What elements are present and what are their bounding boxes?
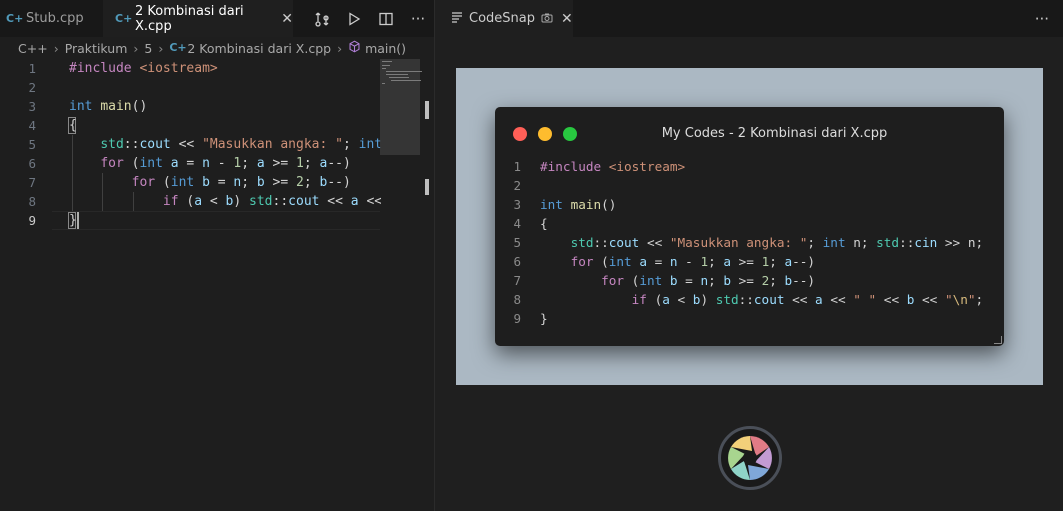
code-line: } — [540, 311, 548, 326]
codesnap-tab-bar: CodeSnap ✕ ··· — [435, 0, 1063, 37]
breadcrumb-item[interactable]: 5 — [144, 41, 152, 56]
chevron-right-icon: › — [158, 40, 164, 56]
more-actions-icon[interactable]: ··· — [1035, 0, 1049, 37]
tab-label: 2 Kombinasi dari X.cpp — [135, 3, 244, 34]
line-number: 4 — [513, 216, 521, 231]
tab-label: Stub.cpp — [26, 11, 84, 26]
breadcrumb-item[interactable]: 2 Kombinasi dari X.cpp — [187, 41, 331, 56]
more-actions-icon[interactable]: ··· — [402, 0, 434, 37]
run-icon[interactable] — [338, 0, 370, 37]
line-number: 6 — [28, 156, 36, 171]
code-editor[interactable]: #include <iostream> int main() { std::co… — [69, 59, 381, 230]
cpp-file-icon: C+ — [6, 11, 24, 25]
code-line: if (a < b) std::cout << a << " " << b <<… — [631, 292, 984, 307]
vertical-scrollbar[interactable] — [420, 59, 434, 511]
close-icon[interactable]: ✕ — [561, 11, 573, 27]
line-number: 9 — [28, 213, 36, 228]
code-line: { — [540, 216, 548, 231]
split-editor-icon[interactable] — [370, 0, 402, 37]
window-title[interactable]: My Codes - 2 Kombinasi dari X.cpp — [495, 126, 1004, 141]
code-line: for (int b = n; b >= 2; b--) — [601, 273, 816, 288]
close-icon[interactable]: ✕ — [281, 11, 293, 27]
scrollbar-thumb[interactable] — [425, 179, 429, 195]
line-number: 1 — [28, 61, 36, 76]
code-line: if (a < b) std::cout << a << " " << b <<… — [162, 194, 381, 209]
codesnap-panel: CodeSnap ✕ ··· My Codes - 2 Kombinasi da… — [435, 0, 1063, 511]
camera-icon — [541, 12, 553, 26]
code-line: std::cout << "Masukkan angka: "; int n; … — [100, 137, 381, 152]
line-number: 7 — [28, 175, 36, 190]
code-line: } — [69, 213, 77, 228]
line-number: 2 — [513, 178, 521, 193]
editor-tab-bar: C+ Stub.cpp C+ 2 Kombinasi dari X.cpp ✕ … — [0, 0, 434, 37]
snapshot-frame: My Codes - 2 Kombinasi dari X.cpp 1 2 3 … — [456, 68, 1043, 385]
breadcrumb-item[interactable]: main() — [365, 41, 406, 56]
compare-changes-icon[interactable] — [306, 0, 338, 37]
code-line: std::cout << "Masukkan angka: "; int n; … — [570, 235, 984, 250]
chevron-right-icon: › — [53, 40, 59, 56]
breadcrumb: C++ › Praktikum › 5 › C+ 2 Kombinasi dar… — [0, 37, 434, 59]
snap-code[interactable]: #include <iostream> int main() { std::co… — [540, 157, 1000, 328]
camera-shutter-icon[interactable] — [718, 426, 782, 490]
line-number: 3 — [28, 99, 36, 114]
line-number: 7 — [513, 273, 521, 288]
line-number: 4 — [28, 118, 36, 133]
code-line: { — [69, 118, 77, 133]
minimap[interactable] — [380, 59, 422, 155]
editor-actions: ··· — [306, 0, 434, 37]
resize-handle-icon[interactable] — [994, 336, 1002, 344]
code-line: for (int a = n - 1; a >= 1; a--) — [570, 254, 816, 269]
cpp-file-icon: C+ — [115, 11, 133, 25]
text-cursor — [77, 212, 79, 229]
line-number: 9 — [513, 311, 521, 326]
tab-label: CodeSnap — [469, 11, 535, 26]
left-editor-group: C+ Stub.cpp C+ 2 Kombinasi dari X.cpp ✕ … — [0, 0, 434, 511]
code-line: int main() — [540, 197, 617, 212]
line-number: 5 — [513, 235, 521, 250]
line-number: 1 — [513, 159, 521, 174]
chevron-right-icon: › — [337, 40, 343, 56]
line-number: 8 — [28, 194, 36, 209]
breadcrumb-item[interactable]: C++ — [18, 41, 48, 56]
line-number: 5 — [28, 137, 36, 152]
scrollbar-thumb[interactable] — [425, 101, 429, 119]
code-line: int main() — [69, 99, 148, 114]
line-number-gutter: 1 2 3 4 5 6 7 8 9 — [0, 59, 52, 230]
line-number: 6 — [513, 254, 521, 269]
snap-line-numbers: 1 2 3 4 5 6 7 8 9 — [495, 157, 521, 328]
tab-codesnap[interactable]: CodeSnap ✕ — [435, 0, 573, 37]
code-line: for (int a = n - 1; a >= 1; a--) — [100, 156, 351, 171]
line-number: 3 — [513, 197, 521, 212]
breadcrumb-item[interactable]: Praktikum — [65, 41, 128, 56]
tab-2-kombinasi[interactable]: C+ 2 Kombinasi dari X.cpp ✕ — [103, 0, 293, 37]
code-line: for (int b = n; b >= 2; b--) — [131, 175, 351, 190]
chevron-right-icon: › — [133, 40, 139, 56]
tab-stub-cpp[interactable]: C+ Stub.cpp — [0, 0, 103, 37]
code-line: #include <iostream> — [540, 159, 686, 174]
codesnap-icon — [451, 11, 463, 27]
code-window: My Codes - 2 Kombinasi dari X.cpp 1 2 3 … — [495, 107, 1004, 346]
code-line: #include <iostream> — [69, 61, 218, 76]
line-number: 2 — [28, 80, 36, 95]
cpp-file-icon: C+ — [169, 41, 187, 54]
cube-method-icon — [348, 40, 361, 56]
line-number: 8 — [513, 292, 521, 307]
